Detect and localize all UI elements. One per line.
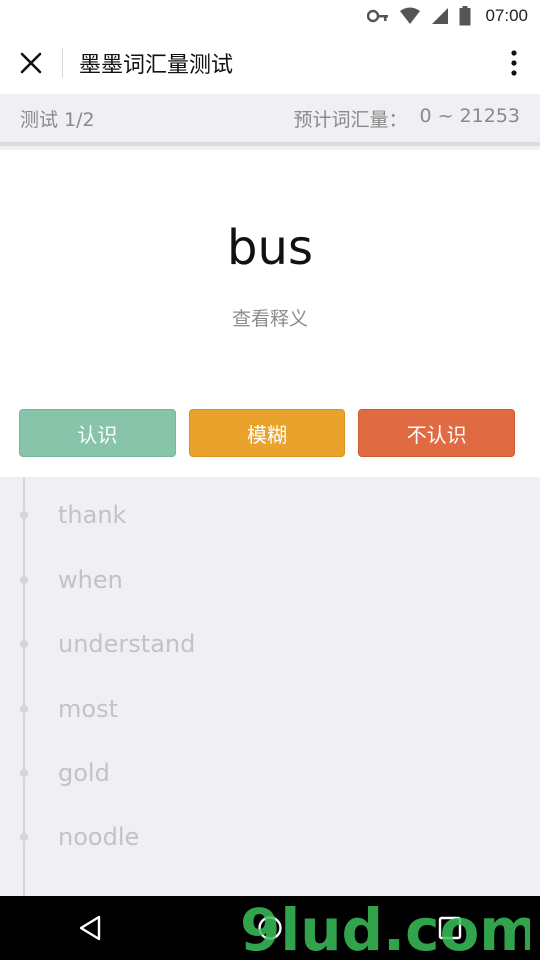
vocab-estimate-value: 0 ~ 21253 <box>419 104 520 127</box>
status-time: 07:00 <box>485 6 528 25</box>
wifi-icon <box>400 7 421 24</box>
more-options-button[interactable] <box>488 32 540 94</box>
back-triangle-icon <box>79 915 101 941</box>
list-item: understand <box>0 624 540 664</box>
know-button[interactable]: 认识 <box>19 409 176 457</box>
answer-buttons: 认识 模糊 不认识 <box>19 409 516 457</box>
test-info-bar: 测试 1/2 预计词汇量： 0 ~ 21253 <box>0 94 540 146</box>
test-progress: 测试 1/2 <box>20 108 95 131</box>
history-word: gold <box>58 759 110 787</box>
timeline-dot <box>20 576 28 584</box>
timeline-dot <box>20 769 28 777</box>
signal-icon <box>432 8 449 24</box>
test-word: bus <box>227 220 313 276</box>
history-word: noodle <box>58 823 140 851</box>
list-item: thank <box>0 495 540 535</box>
history-word: thank <box>58 501 127 529</box>
more-vertical-icon <box>511 50 517 76</box>
unknown-button[interactable]: 不认识 <box>358 409 516 457</box>
appbar-divider <box>62 48 63 78</box>
list-item: when <box>0 560 540 600</box>
key-icon <box>367 9 389 23</box>
app-bar: 墨墨词汇量测试 <box>0 32 540 94</box>
list-item: most <box>0 689 540 729</box>
page-title: 墨墨词汇量测试 <box>79 53 234 78</box>
view-meaning-link[interactable]: 查看释义 <box>0 304 540 331</box>
list-item: noodle <box>0 817 540 857</box>
watermark-text: 9lud.com <box>240 896 530 958</box>
history-word: when <box>58 566 123 594</box>
back-button[interactable] <box>60 898 120 958</box>
timeline-dot <box>20 833 28 841</box>
history-word: most <box>58 695 118 723</box>
word-history-list: thank when understand most gold noodle <box>0 477 540 896</box>
vague-button[interactable]: 模糊 <box>188 409 346 457</box>
timeline-dot <box>20 640 28 648</box>
status-bar: 07:00 <box>0 0 540 32</box>
list-item: gold <box>0 753 540 793</box>
vocab-estimate: 预计词汇量： 0 ~ 21253 <box>293 105 520 132</box>
battery-icon <box>459 6 471 26</box>
vocab-estimate-label: 预计词汇量： <box>293 108 408 131</box>
timeline-dot <box>20 705 28 713</box>
timeline-dot <box>20 511 28 519</box>
history-word: understand <box>58 630 196 658</box>
close-icon <box>20 52 42 74</box>
site-watermark-logo: 9lud.com <box>240 896 530 958</box>
close-button[interactable] <box>0 32 62 94</box>
word-card: bus 查看释义 认识 模糊 不认识 <box>0 150 540 477</box>
